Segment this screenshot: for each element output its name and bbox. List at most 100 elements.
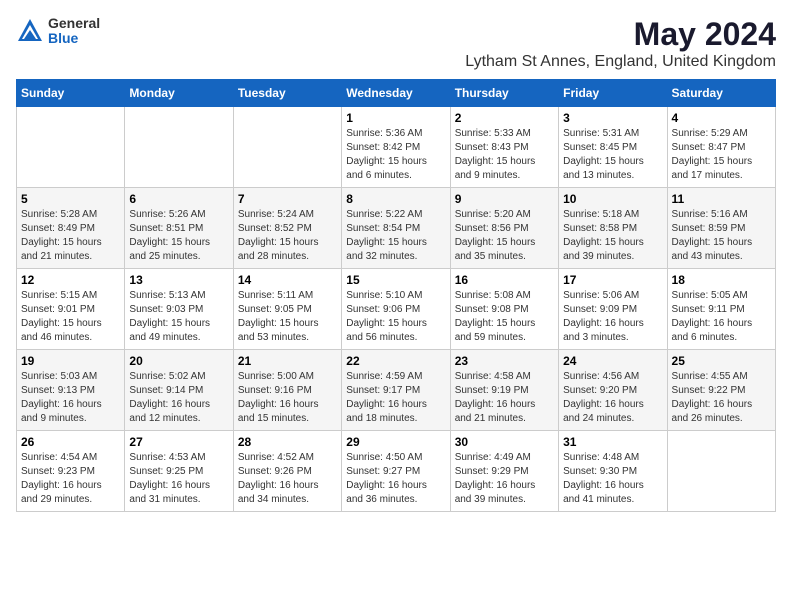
calendar-cell: 26 Sunrise: 4:54 AM Sunset: 9:23 PM Dayli… — [17, 431, 125, 512]
day-number: 21 — [238, 354, 337, 368]
day-info: Sunrise: 5:16 AM Sunset: 8:59 PM Dayligh… — [672, 208, 771, 264]
day-info: Sunrise: 4:54 AM Sunset: 9:23 PM Dayligh… — [21, 451, 120, 507]
day-info: Sunrise: 5:29 AM Sunset: 8:47 PM Dayligh… — [672, 127, 771, 183]
day-info: Sunrise: 4:53 AM Sunset: 9:25 PM Dayligh… — [129, 451, 228, 507]
day-info: Sunrise: 5:11 AM Sunset: 9:05 PM Dayligh… — [238, 289, 337, 345]
location-title: Lytham St Annes, England, United Kingdom — [465, 53, 776, 71]
day-info: Sunrise: 4:49 AM Sunset: 9:29 PM Dayligh… — [455, 451, 554, 507]
day-number: 16 — [455, 273, 554, 287]
day-info: Sunrise: 5:02 AM Sunset: 9:14 PM Dayligh… — [129, 370, 228, 426]
calendar-cell: 4Sunrise: 5:29 AM Sunset: 8:47 PM Daylig… — [667, 107, 775, 188]
day-number: 23 — [455, 354, 554, 368]
day-info: Sunrise: 5:15 AM Sunset: 9:01 PM Dayligh… — [21, 289, 120, 345]
header-monday: Monday — [125, 80, 233, 107]
calendar-cell — [125, 107, 233, 188]
day-info: Sunrise: 5:33 AM Sunset: 8:43 PM Dayligh… — [455, 127, 554, 183]
calendar-cell: 3Sunrise: 5:31 AM Sunset: 8:45 PM Daylig… — [559, 107, 667, 188]
day-number: 25 — [672, 354, 771, 368]
day-info: Sunrise: 4:50 AM Sunset: 9:27 PM Dayligh… — [346, 451, 445, 507]
day-info: Sunrise: 4:56 AM Sunset: 9:20 PM Dayligh… — [563, 370, 662, 426]
day-info: Sunrise: 5:05 AM Sunset: 9:11 PM Dayligh… — [672, 289, 771, 345]
logo: General Blue — [16, 16, 100, 47]
calendar-week-row: 1Sunrise: 5:36 AM Sunset: 8:42 PM Daylig… — [17, 107, 776, 188]
day-info: Sunrise: 5:18 AM Sunset: 8:58 PM Dayligh… — [563, 208, 662, 264]
day-number: 29 — [346, 435, 445, 449]
day-number: 27 — [129, 435, 228, 449]
calendar-cell: 24 Sunrise: 4:56 AM Sunset: 9:20 PM Dayli… — [559, 350, 667, 431]
day-info: Sunrise: 4:59 AM Sunset: 9:17 PM Dayligh… — [346, 370, 445, 426]
logo-general: General — [48, 16, 100, 31]
calendar-cell: 12 Sunrise: 5:15 AM Sunset: 9:01 PM Dayli… — [17, 269, 125, 350]
header-sunday: Sunday — [17, 80, 125, 107]
calendar-week-row: 5Sunrise: 5:28 AM Sunset: 8:49 PM Daylig… — [17, 188, 776, 269]
day-info: Sunrise: 5:24 AM Sunset: 8:52 PM Dayligh… — [238, 208, 337, 264]
header-friday: Friday — [559, 80, 667, 107]
calendar-cell: 15 Sunrise: 5:10 AM Sunset: 9:06 PM Dayli… — [342, 269, 450, 350]
calendar-cell: 21 Sunrise: 5:00 AM Sunset: 9:16 PM Dayli… — [233, 350, 341, 431]
day-number: 15 — [346, 273, 445, 287]
calendar-table: SundayMondayTuesdayWednesdayThursdayFrid… — [16, 79, 776, 512]
day-number: 9 — [455, 192, 554, 206]
day-info: Sunrise: 5:26 AM Sunset: 8:51 PM Dayligh… — [129, 208, 228, 264]
month-year-title: May 2024 — [465, 16, 776, 53]
day-info: Sunrise: 5:28 AM Sunset: 8:49 PM Dayligh… — [21, 208, 120, 264]
page-header: General Blue May 2024 Lytham St Annes, E… — [16, 16, 776, 71]
day-info: Sunrise: 4:52 AM Sunset: 9:26 PM Dayligh… — [238, 451, 337, 507]
day-number: 17 — [563, 273, 662, 287]
calendar-cell: 10 Sunrise: 5:18 AM Sunset: 8:58 PM Dayli… — [559, 188, 667, 269]
calendar-cell: 23 Sunrise: 4:58 AM Sunset: 9:19 PM Dayli… — [450, 350, 558, 431]
day-number: 7 — [238, 192, 337, 206]
day-info: Sunrise: 5:06 AM Sunset: 9:09 PM Dayligh… — [563, 289, 662, 345]
day-info: Sunrise: 5:22 AM Sunset: 8:54 PM Dayligh… — [346, 208, 445, 264]
day-number: 11 — [672, 192, 771, 206]
calendar-cell: 7 Sunrise: 5:24 AM Sunset: 8:52 PM Daylig… — [233, 188, 341, 269]
logo-icon — [16, 17, 44, 45]
calendar-cell: 28Sunrise: 4:52 AM Sunset: 9:26 PM Dayli… — [233, 431, 341, 512]
day-number: 14 — [238, 273, 337, 287]
day-info: Sunrise: 5:08 AM Sunset: 9:08 PM Dayligh… — [455, 289, 554, 345]
calendar-header-row: SundayMondayTuesdayWednesdayThursdayFrid… — [17, 80, 776, 107]
calendar-week-row: 26 Sunrise: 4:54 AM Sunset: 9:23 PM Dayli… — [17, 431, 776, 512]
calendar-cell: 6 Sunrise: 5:26 AM Sunset: 8:51 PM Daylig… — [125, 188, 233, 269]
calendar-cell: 25 Sunrise: 4:55 AM Sunset: 9:22 PM Dayli… — [667, 350, 775, 431]
day-info: Sunrise: 5:36 AM Sunset: 8:42 PM Dayligh… — [346, 127, 445, 183]
calendar-cell: 27 Sunrise: 4:53 AM Sunset: 9:25 PM Dayli… — [125, 431, 233, 512]
day-info: Sunrise: 4:48 AM Sunset: 9:30 PM Dayligh… — [563, 451, 662, 507]
calendar-cell: 31 Sunrise: 4:48 AM Sunset: 9:30 PM Dayli… — [559, 431, 667, 512]
day-number: 31 — [563, 435, 662, 449]
day-info: Sunrise: 4:55 AM Sunset: 9:22 PM Dayligh… — [672, 370, 771, 426]
calendar-cell: 9Sunrise: 5:20 AM Sunset: 8:56 PM Daylig… — [450, 188, 558, 269]
day-info: Sunrise: 5:10 AM Sunset: 9:06 PM Dayligh… — [346, 289, 445, 345]
title-section: May 2024 Lytham St Annes, England, Unite… — [465, 16, 776, 71]
calendar-week-row: 12 Sunrise: 5:15 AM Sunset: 9:01 PM Dayli… — [17, 269, 776, 350]
day-number: 24 — [563, 354, 662, 368]
day-number: 18 — [672, 273, 771, 287]
day-number: 12 — [21, 273, 120, 287]
calendar-cell: 30Sunrise: 4:49 AM Sunset: 9:29 PM Dayli… — [450, 431, 558, 512]
day-number: 20 — [129, 354, 228, 368]
calendar-cell: 13Sunrise: 5:13 AM Sunset: 9:03 PM Dayli… — [125, 269, 233, 350]
header-saturday: Saturday — [667, 80, 775, 107]
calendar-cell — [17, 107, 125, 188]
day-info: Sunrise: 5:13 AM Sunset: 9:03 PM Dayligh… — [129, 289, 228, 345]
logo-blue: Blue — [48, 31, 100, 46]
calendar-cell: 16 Sunrise: 5:08 AM Sunset: 9:08 PM Dayli… — [450, 269, 558, 350]
header-tuesday: Tuesday — [233, 80, 341, 107]
calendar-cell — [233, 107, 341, 188]
day-number: 6 — [129, 192, 228, 206]
day-number: 22 — [346, 354, 445, 368]
day-number: 19 — [21, 354, 120, 368]
calendar-cell: 2 Sunrise: 5:33 AM Sunset: 8:43 PM Daylig… — [450, 107, 558, 188]
calendar-cell: 22 Sunrise: 4:59 AM Sunset: 9:17 PM Dayli… — [342, 350, 450, 431]
calendar-cell — [667, 431, 775, 512]
day-number: 10 — [563, 192, 662, 206]
day-number: 2 — [455, 111, 554, 125]
day-info: Sunrise: 4:58 AM Sunset: 9:19 PM Dayligh… — [455, 370, 554, 426]
calendar-cell: 11 Sunrise: 5:16 AM Sunset: 8:59 PM Dayli… — [667, 188, 775, 269]
calendar-cell: 14 Sunrise: 5:11 AM Sunset: 9:05 PM Dayli… — [233, 269, 341, 350]
calendar-cell: 29 Sunrise: 4:50 AM Sunset: 9:27 PM Dayli… — [342, 431, 450, 512]
calendar-cell: 19Sunrise: 5:03 AM Sunset: 9:13 PM Dayli… — [17, 350, 125, 431]
day-number: 26 — [21, 435, 120, 449]
calendar-cell: 20 Sunrise: 5:02 AM Sunset: 9:14 PM Dayli… — [125, 350, 233, 431]
day-info: Sunrise: 5:00 AM Sunset: 9:16 PM Dayligh… — [238, 370, 337, 426]
